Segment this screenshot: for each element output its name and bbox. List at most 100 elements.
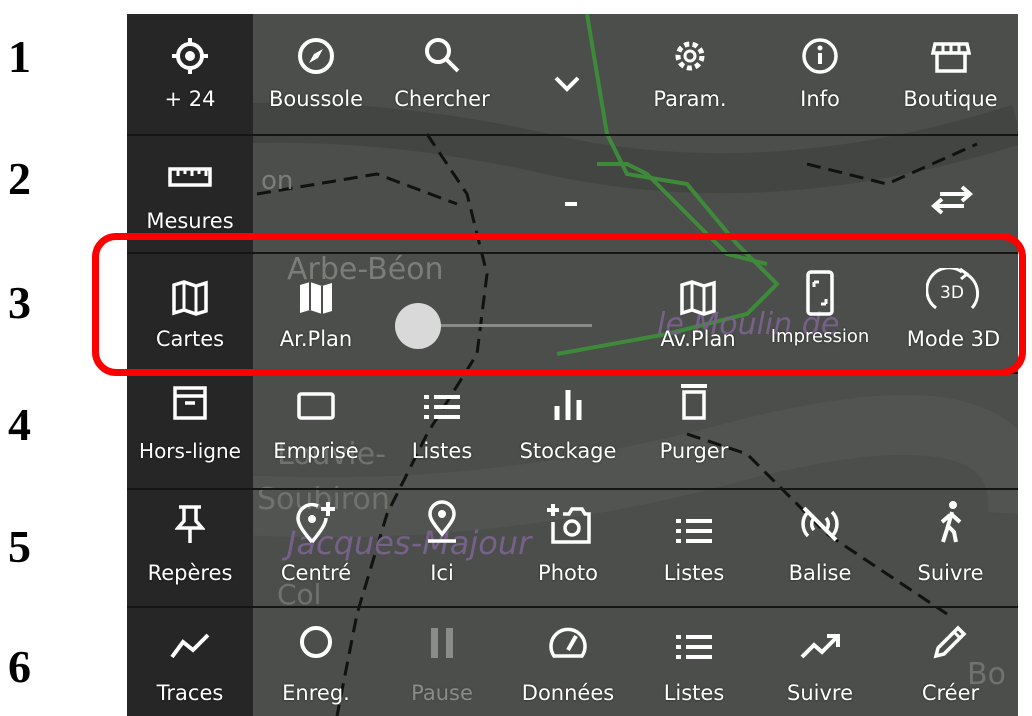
center-label: Centré [280, 561, 352, 585]
purge-label: Purger [659, 439, 729, 463]
toolbar-row-2: Mesures [127, 136, 1018, 252]
trash-icon [679, 372, 709, 420]
lists-button-r6[interactable]: Listes [631, 608, 757, 716]
chevron-down-icon [552, 14, 582, 94]
map-back-icon [297, 254, 335, 316]
bar-chart-icon [551, 372, 585, 420]
photo-label: Photo [538, 561, 598, 585]
rectangle-icon [297, 372, 335, 420]
gps-label: + 24 [164, 87, 216, 111]
opacity-slider-knob[interactable] [395, 303, 441, 349]
search-button[interactable]: Chercher [379, 14, 505, 130]
gear-icon [670, 14, 710, 76]
gps-button[interactable]: + 24 [127, 14, 253, 130]
maps-button[interactable]: Cartes [127, 254, 253, 370]
swap-button[interactable] [897, 136, 1007, 252]
compass-icon [296, 14, 336, 76]
lists-label-r6: Listes [663, 681, 725, 705]
markers-button[interactable]: Repères [127, 490, 253, 606]
search-label: Chercher [394, 87, 490, 111]
front-plan-label: Av.Plan [660, 327, 736, 351]
data-button[interactable]: Données [505, 608, 631, 716]
mode-3d-icon-text: 3D [940, 283, 964, 303]
tracks-button[interactable]: Traces [127, 608, 253, 716]
row-number-2: 2 [8, 153, 31, 204]
photo-button[interactable]: Photo [505, 490, 631, 606]
row-number-5: 5 [8, 521, 31, 572]
pause-label: Pause [411, 681, 473, 705]
extent-button[interactable]: Emprise [253, 372, 379, 488]
shop-button[interactable]: Boutique [883, 14, 1018, 130]
purge-button[interactable]: Purger [631, 372, 757, 488]
row-number-6: 6 [8, 641, 31, 692]
storage-label: Stockage [519, 439, 617, 463]
shop-label: Boutique [903, 87, 998, 111]
center-button[interactable]: Centré [253, 490, 379, 606]
signal-off-icon [800, 490, 840, 544]
here-button[interactable]: Ici [379, 490, 505, 606]
beacon-button[interactable]: Balise [757, 490, 883, 606]
back-plan-button[interactable]: Ar.Plan [253, 254, 379, 370]
follow-button-r5[interactable]: Suivre [883, 490, 1018, 606]
offline-button[interactable]: Hors-ligne [127, 372, 253, 488]
info-icon [800, 14, 840, 76]
trending-up-icon [799, 608, 841, 660]
storage-button[interactable]: Stockage [505, 372, 631, 488]
toolbar-panel: on Arbe-Béon Louvie- Soubiron le Moulin … [127, 14, 1018, 716]
record-label: Enreg. [282, 681, 350, 705]
lists-label-r4: Listes [411, 439, 473, 463]
measure-button[interactable]: Mesures [127, 136, 253, 252]
record-button[interactable]: Enreg. [253, 608, 379, 716]
compass-label: Boussole [268, 87, 364, 111]
pause-icon [427, 608, 457, 660]
create-button[interactable]: Créer [883, 608, 1018, 716]
toolbar-row-4: Hors-ligne Emprise Listes Stockage Purge… [127, 372, 1018, 488]
info-button[interactable]: Info [757, 14, 883, 130]
tracks-label: Traces [156, 681, 224, 705]
speedometer-icon [548, 608, 588, 660]
lists-button-r5[interactable]: Listes [631, 490, 757, 606]
archive-icon [173, 372, 207, 420]
rotate-3d-icon: 3D [925, 254, 982, 316]
here-label: Ici [430, 561, 454, 585]
mode-3d-button[interactable]: 3D Mode 3D [889, 254, 1018, 370]
opacity-slider-track[interactable] [422, 324, 592, 327]
row-number-3: 3 [8, 277, 31, 328]
list-icon [676, 490, 712, 544]
add-photo-icon [545, 490, 591, 544]
list-icon [424, 372, 460, 420]
pencil-icon [932, 608, 970, 660]
map-icon [171, 254, 209, 316]
ruler-icon [168, 136, 212, 188]
storefront-icon [930, 14, 971, 76]
polyline-icon [169, 608, 211, 660]
data-label: Données [521, 681, 615, 705]
follow-button-r6[interactable]: Suivre [757, 608, 883, 716]
follow-label-r5: Suivre [917, 561, 984, 585]
measure-label: Mesures [146, 209, 234, 233]
info-label: Info [800, 87, 840, 111]
settings-button[interactable]: Param. [627, 14, 753, 130]
mode-3d-label: Mode 3D [906, 327, 1001, 351]
print-button[interactable]: Impression [757, 254, 883, 370]
pause-button[interactable]: Pause [379, 608, 505, 716]
settings-label: Param. [653, 87, 727, 111]
location-pin-icon [424, 490, 460, 544]
lists-button-r4[interactable]: Listes [379, 372, 505, 488]
swap-arrows-icon [930, 136, 974, 216]
search-icon [422, 14, 462, 76]
map-front-icon [679, 254, 717, 316]
back-plan-label: Ar.Plan [279, 327, 353, 351]
offline-label: Hors-ligne [139, 439, 241, 463]
expand-button[interactable] [522, 14, 612, 130]
toolbar-row-1: + 24 Boussole Chercher Param. Info Bouti… [127, 14, 1018, 130]
compass-button[interactable]: Boussole [253, 14, 379, 130]
toolbar-row-6: Traces Enreg. Pause Données Listes Suivr… [127, 608, 1018, 716]
mode-value [565, 202, 577, 206]
row-number-1: 1 [8, 31, 31, 82]
row-number-4: 4 [8, 399, 31, 450]
pushpin-icon [175, 490, 205, 544]
front-plan-button[interactable]: Av.Plan [635, 254, 761, 370]
follow-label-r6: Suivre [787, 681, 853, 705]
circle-icon [298, 608, 334, 660]
